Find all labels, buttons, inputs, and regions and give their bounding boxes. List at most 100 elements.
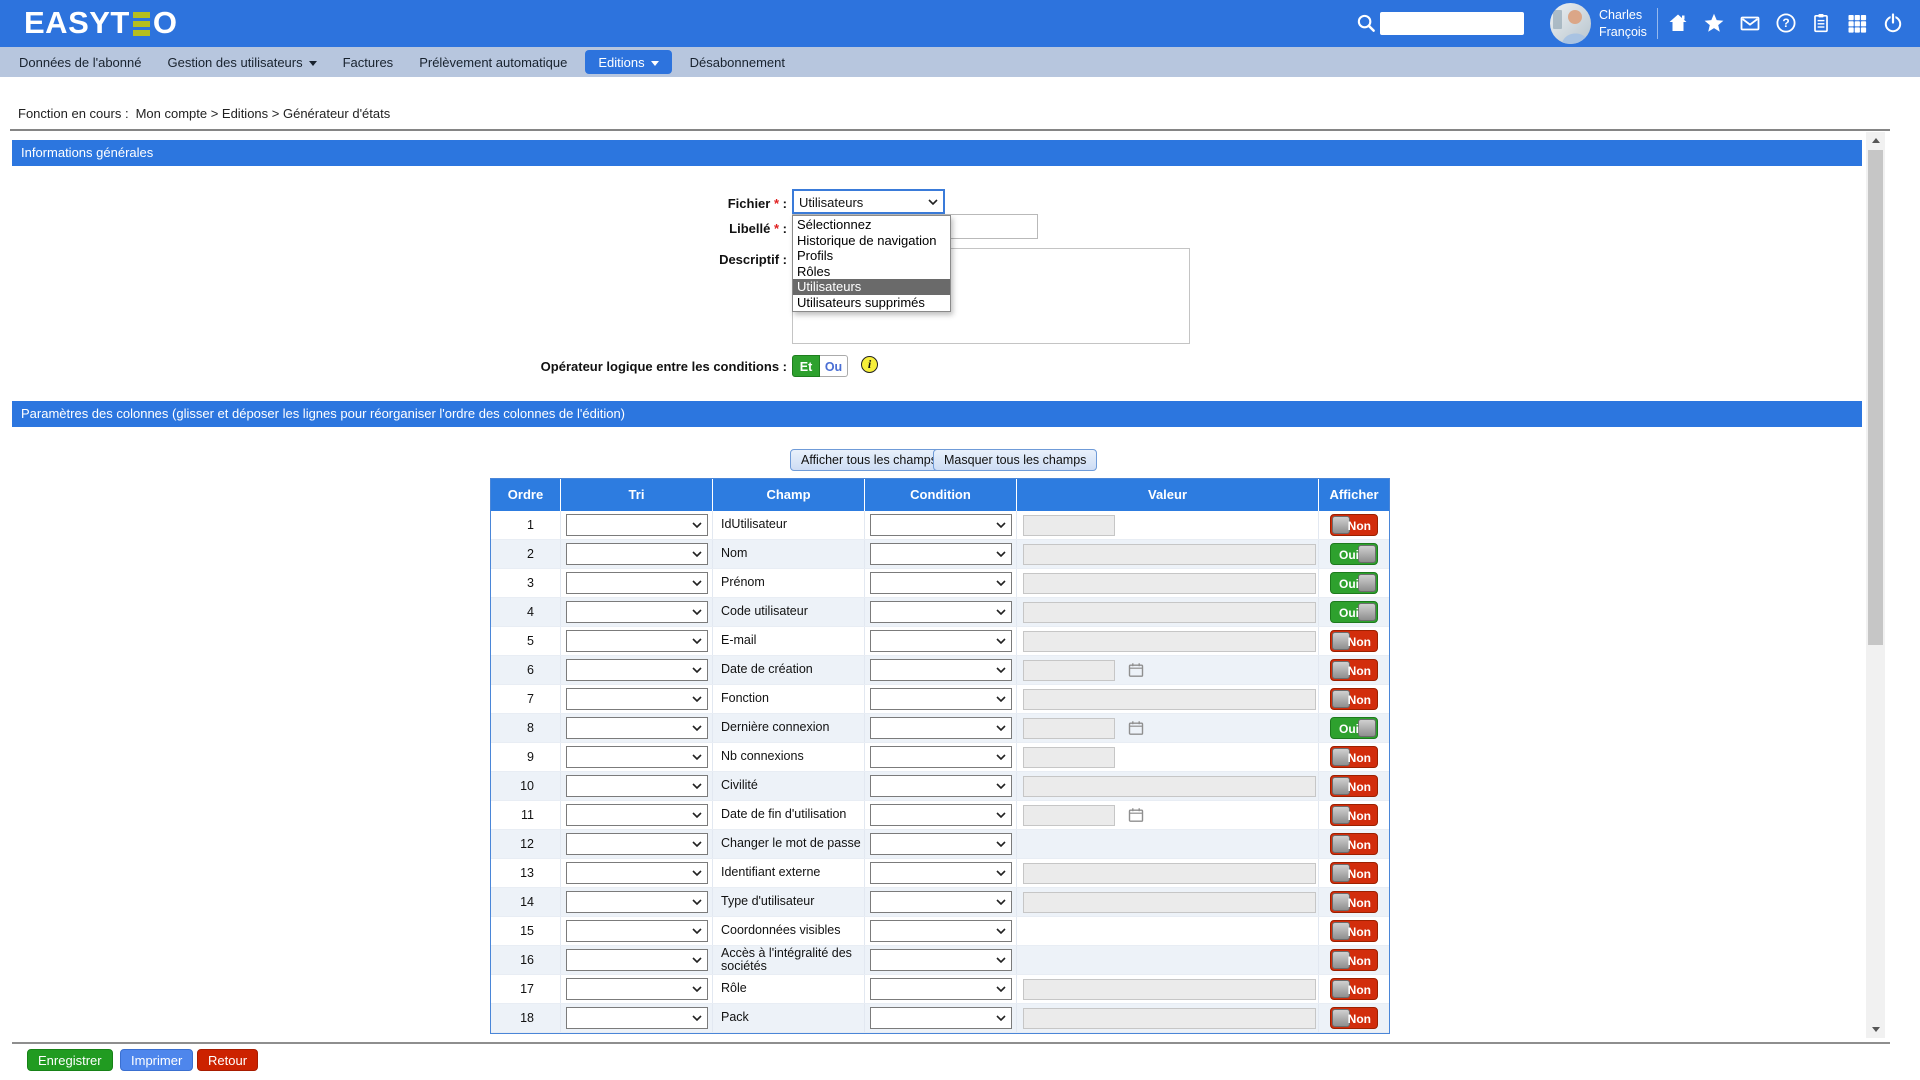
table-row[interactable]: 13 Identifiant externe Non	[491, 859, 1389, 888]
condition-select[interactable]	[870, 543, 1012, 565]
tri-select[interactable]	[566, 775, 708, 797]
tri-select[interactable]	[566, 572, 708, 594]
tri-select[interactable]	[566, 601, 708, 623]
dropdown-option[interactable]: Sélectionnez	[793, 217, 950, 233]
help-icon[interactable]: ?	[1775, 12, 1797, 34]
table-row[interactable]: 2 Nom Oui	[491, 540, 1389, 569]
table-row[interactable]: 17 Rôle Non	[491, 975, 1389, 1004]
user-avatar[interactable]	[1550, 3, 1591, 44]
dropdown-option[interactable]: Historique de navigation	[793, 233, 950, 249]
hide-all-fields-button[interactable]: Masquer tous les champs	[933, 449, 1097, 471]
value-input[interactable]	[1023, 805, 1115, 826]
tri-select[interactable]	[566, 833, 708, 855]
tri-select[interactable]	[566, 978, 708, 1000]
condition-select[interactable]	[870, 949, 1012, 971]
condition-select[interactable]	[870, 775, 1012, 797]
value-input[interactable]	[1023, 747, 1115, 768]
afficher-toggle[interactable]: Non	[1330, 920, 1378, 942]
condition-select[interactable]	[870, 746, 1012, 768]
value-input[interactable]	[1023, 892, 1316, 913]
operator-ou-button[interactable]: Ou	[820, 355, 848, 377]
home-icon[interactable]	[1667, 12, 1689, 34]
condition-select[interactable]	[870, 920, 1012, 942]
nav-item-pr-l-vement-automatique[interactable]: Prélèvement automatique	[406, 47, 580, 77]
value-input[interactable]	[1023, 660, 1115, 681]
afficher-toggle[interactable]: Non	[1330, 891, 1378, 913]
table-row[interactable]: 8 Dernière connexion Oui	[491, 714, 1389, 743]
table-row[interactable]: 16 Accès à l'intégralité des sociétés No…	[491, 946, 1389, 975]
favorites-star-icon[interactable]	[1703, 12, 1725, 34]
nav-item-d-sabonnement[interactable]: Désabonnement	[677, 47, 798, 77]
condition-select[interactable]	[870, 978, 1012, 1000]
tri-select[interactable]	[566, 920, 708, 942]
afficher-toggle[interactable]: Oui	[1330, 572, 1378, 594]
power-icon[interactable]	[1882, 12, 1904, 34]
tri-select[interactable]	[566, 630, 708, 652]
value-input[interactable]	[1023, 602, 1316, 623]
app-logo[interactable]: EASYT O	[24, 5, 177, 41]
afficher-toggle[interactable]: Non	[1330, 630, 1378, 652]
tri-select[interactable]	[566, 1007, 708, 1029]
table-row[interactable]: 1 IdUtilisateur Non	[491, 511, 1389, 540]
notes-icon[interactable]	[1810, 12, 1832, 34]
dropdown-option[interactable]: Profils	[793, 248, 950, 264]
condition-select[interactable]	[870, 659, 1012, 681]
afficher-toggle[interactable]: Oui	[1330, 717, 1378, 739]
afficher-toggle[interactable]: Non	[1330, 862, 1378, 884]
afficher-toggle[interactable]: Non	[1330, 688, 1378, 710]
condition-select[interactable]	[870, 572, 1012, 594]
table-row[interactable]: 3 Prénom Oui	[491, 569, 1389, 598]
nav-item-gestion-des-utilisateurs[interactable]: Gestion des utilisateurs	[154, 47, 329, 77]
table-row[interactable]: 9 Nb connexions Non	[491, 743, 1389, 772]
table-row[interactable]: 12 Changer le mot de passe Non	[491, 830, 1389, 859]
print-button[interactable]: Imprimer	[120, 1049, 193, 1071]
afficher-toggle[interactable]: Non	[1330, 949, 1378, 971]
save-button[interactable]: Enregistrer	[27, 1049, 113, 1071]
value-input[interactable]	[1023, 979, 1316, 1000]
value-input[interactable]	[1023, 863, 1316, 884]
condition-select[interactable]	[870, 630, 1012, 652]
operator-et-button[interactable]: Et	[792, 355, 820, 377]
dropdown-option[interactable]: Utilisateurs	[793, 279, 950, 295]
table-row[interactable]: 5 E-mail Non	[491, 627, 1389, 656]
dropdown-option[interactable]: Utilisateurs supprimés	[793, 295, 950, 311]
afficher-toggle[interactable]: Non	[1330, 746, 1378, 768]
condition-select[interactable]	[870, 717, 1012, 739]
table-row[interactable]: 14 Type d'utilisateur Non	[491, 888, 1389, 917]
table-row[interactable]: 18 Pack Non	[491, 1004, 1389, 1033]
scrollbar-thumb[interactable]	[1868, 150, 1883, 645]
afficher-toggle[interactable]: Non	[1330, 514, 1378, 536]
tri-select[interactable]	[566, 891, 708, 913]
condition-select[interactable]	[870, 862, 1012, 884]
back-button[interactable]: Retour	[197, 1049, 258, 1071]
nav-item-donn-es-de-l-abonn-[interactable]: Données de l'abonné	[6, 47, 154, 77]
tri-select[interactable]	[566, 659, 708, 681]
afficher-toggle[interactable]: Non	[1330, 978, 1378, 1000]
value-input[interactable]	[1023, 776, 1316, 797]
afficher-toggle[interactable]: Non	[1330, 659, 1378, 681]
table-row[interactable]: 7 Fonction Non	[491, 685, 1389, 714]
tri-select[interactable]	[566, 862, 708, 884]
tri-select[interactable]	[566, 804, 708, 826]
nav-item-editions[interactable]: Editions	[585, 50, 671, 74]
table-row[interactable]: 4 Code utilisateur Oui	[491, 598, 1389, 627]
value-input[interactable]	[1023, 544, 1316, 565]
condition-select[interactable]	[870, 804, 1012, 826]
calendar-icon[interactable]	[1128, 720, 1144, 736]
tri-select[interactable]	[566, 688, 708, 710]
table-row[interactable]: 15 Coordonnées visibles Non	[491, 917, 1389, 946]
afficher-toggle[interactable]: Non	[1330, 804, 1378, 826]
afficher-toggle[interactable]: Oui	[1330, 543, 1378, 565]
tri-select[interactable]	[566, 746, 708, 768]
afficher-toggle[interactable]: Non	[1330, 775, 1378, 797]
scrollbar-down-arrow-icon[interactable]	[1866, 1021, 1885, 1038]
value-input[interactable]	[1023, 689, 1316, 710]
value-input[interactable]	[1023, 631, 1316, 652]
tri-select[interactable]	[566, 543, 708, 565]
condition-select[interactable]	[870, 688, 1012, 710]
mail-icon[interactable]	[1739, 12, 1761, 34]
nav-item-factures[interactable]: Factures	[330, 47, 407, 77]
fichier-select[interactable]: Utilisateurs	[792, 189, 945, 214]
vertical-scrollbar[interactable]	[1866, 132, 1885, 1038]
condition-select[interactable]	[870, 833, 1012, 855]
